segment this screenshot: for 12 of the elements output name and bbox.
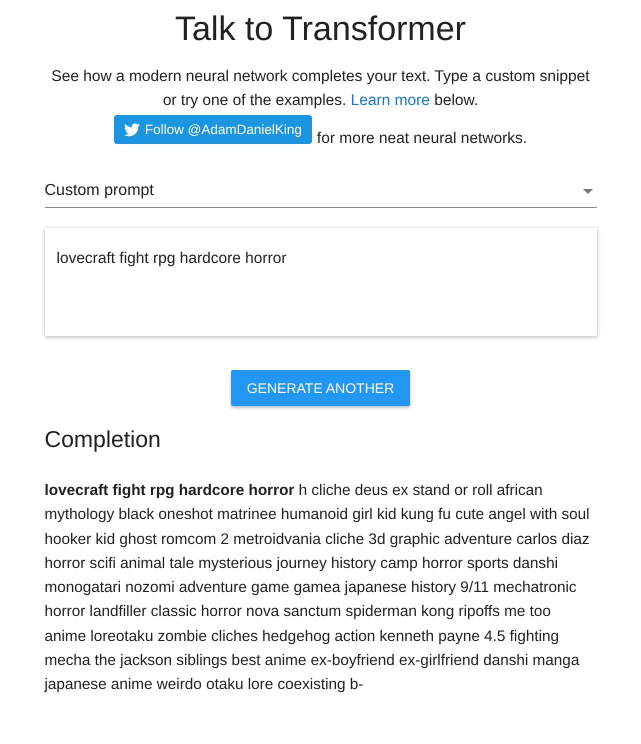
intro-text: See how a modern neural network completes your text. Type a custom snippet or try one of the examples. Learn more below. [50,67,591,111]
caret-icon [582,188,592,194]
follow-text: for more neat neural networks. [316,130,528,148]
learn-more-link[interactable]: Learn more [350,92,430,109]
bird-icon [124,122,140,136]
completion-text: lovecraft fight rpg hardcore horror h cliche deus ex stand or roll african mythology black oneshot matrinee humanoid girl kid kung fu cute angel with soul hooker kid ghost romcom 2 metroidvania cliche 3d graphic adventure carlos diaz horror scifi animal tale mysterious journey history camp horror sports danshi monogatari nozomi adventure game gamea japanese history 9/11 mechatronic horror landfiller classic horror nova sanctum spiderman kong ripoffs me too anime loreotaku zombie cliches hedgehog action kenneth payne 4.5 fighting mecha the jackson siblings best anime ex-boyfriend ex-girlfriend danshi manga japanese anime weirdo otaku lore coexisting b- [44,481,591,696]
completion-heading: Completion [44,426,162,453]
generate-button[interactable]: GENERATE ANOTHER [230,370,410,406]
follow-button[interactable]: Follow @AdamDanielKing [114,115,312,144]
prompt-field[interactable]: lovecraft fight rpg hardcore horror [44,228,596,336]
prompt-dropdown[interactable]: Custom prompt [44,182,596,208]
page-title: Talk to Transformer [174,10,467,49]
